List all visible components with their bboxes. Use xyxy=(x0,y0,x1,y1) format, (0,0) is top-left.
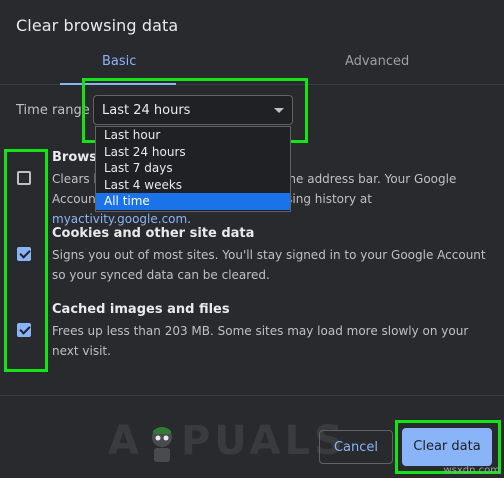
browsing-history-checkbox[interactable] xyxy=(17,171,31,185)
watermark: wsxdn.com xyxy=(443,465,500,476)
dropdown-option-last-hour[interactable]: Last hour xyxy=(96,127,290,144)
appuals-logo: A PUALS xyxy=(108,418,347,468)
mascot-icon xyxy=(147,423,177,463)
option-cookies: Cookies and other site data Signs you ou… xyxy=(52,226,492,285)
cookies-checkbox[interactable] xyxy=(17,247,31,261)
dropdown-option-last-7-days[interactable]: Last 7 days xyxy=(96,160,290,177)
cached-images-checkbox[interactable] xyxy=(17,323,31,337)
footer-divider xyxy=(0,395,504,396)
clear-browsing-data-dialog: Clear browsing data Basic Advanced Time … xyxy=(0,0,504,478)
cancel-button[interactable]: Cancel xyxy=(319,430,393,464)
active-tab-indicator xyxy=(60,83,176,85)
option-description: Signs you out of most sites. You'll stay… xyxy=(52,248,486,282)
option-cached-images: Cached images and files Frees up less th… xyxy=(52,302,492,361)
option-title: Cookies and other site data xyxy=(52,226,255,241)
logo-text: A xyxy=(108,418,143,464)
dropdown-option-last-4-weeks[interactable]: Last 4 weeks xyxy=(96,177,290,194)
tab-bar: Basic Advanced xyxy=(0,44,504,85)
myactivity-link[interactable]: myactivity.google.com xyxy=(52,212,187,226)
time-range-dropdown: Last hour Last 24 hours Last 7 days Last… xyxy=(95,126,291,212)
dropdown-option-last-24-hours[interactable]: Last 24 hours xyxy=(96,144,290,161)
option-description: Frees up less than 203 MB. Some sites ma… xyxy=(52,324,469,358)
clear-data-button[interactable]: Clear data xyxy=(402,428,492,466)
time-range-select[interactable]: Last 24 hours xyxy=(93,95,293,125)
dialog-title: Clear browsing data xyxy=(16,16,179,35)
dropdown-arrow-icon xyxy=(274,108,284,113)
tab-basic[interactable]: Basic xyxy=(102,54,136,69)
option-title: Cached images and files xyxy=(52,302,230,317)
time-range-label: Time range xyxy=(16,103,90,118)
tab-advanced[interactable]: Advanced xyxy=(345,54,409,69)
desc-text: . xyxy=(187,212,192,226)
time-range-value: Last 24 hours xyxy=(102,103,191,118)
dropdown-option-all-time[interactable]: All time xyxy=(96,193,290,210)
